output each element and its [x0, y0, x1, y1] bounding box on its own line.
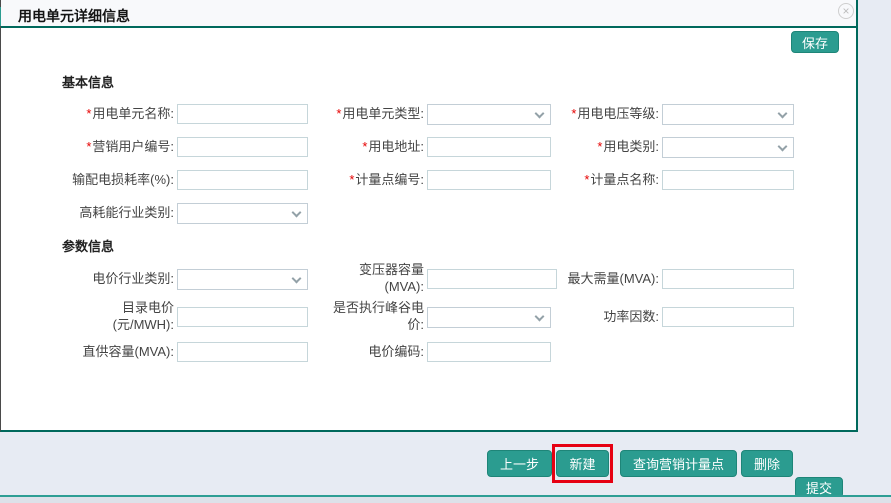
field-voltage-level: *用电电压等级: [552, 103, 794, 125]
label-text: 高耗能行业类别: [79, 205, 174, 220]
high-energy-industry-select[interactable] [177, 203, 308, 224]
price-industry-select[interactable] [177, 269, 308, 290]
label-text: 最大需量(MVA): [568, 271, 659, 286]
field-high-energy-industry: 高耗能行业类别: [42, 202, 308, 224]
voltage-level-label: *用电电压等级: [552, 106, 662, 123]
field-meter-point-name: *计量点名称: [552, 169, 794, 191]
label-text: 用电类别: [603, 139, 659, 154]
peak-valley-price-label: 是否执行峰谷电价: [330, 300, 427, 334]
label-text: 输配电损耗率(%): [72, 172, 174, 187]
price-industry-label: 电价行业类别: [42, 271, 177, 288]
unit-name-label: *用电单元名称: [42, 106, 177, 123]
peak-valley-price-select[interactable] [427, 307, 551, 328]
high-energy-industry-label: 高耗能行业类别: [42, 205, 177, 222]
field-price-code: 电价编码: [317, 341, 551, 363]
chevron-down-icon [535, 108, 545, 118]
field-unit-name: *用电单元名称: [42, 103, 308, 125]
label-text: 电价编码: [368, 344, 424, 359]
param-section-title: 参数信息 [62, 236, 114, 255]
loss-rate-input[interactable] [177, 170, 308, 190]
label-text: 直供容量(MVA): [83, 344, 174, 359]
power-factor-input[interactable] [662, 307, 794, 327]
dialog-title: 用电单元详细信息 [18, 6, 130, 26]
unit-name-input[interactable] [177, 104, 308, 124]
label-text: 功率因数: [603, 309, 659, 324]
marketing-user-no-label: *营销用户编号: [42, 139, 177, 156]
chevron-down-icon [535, 311, 545, 321]
field-loss-rate: 输配电损耗率(%): [42, 169, 308, 191]
category-label: *用电类别: [552, 139, 662, 156]
label-text: 用电地址: [368, 139, 424, 154]
unit-type-label: *用电单元类型: [317, 106, 427, 123]
transformer-capacity-input[interactable] [427, 269, 557, 289]
required-marker: * [86, 139, 91, 154]
field-max-demand: 最大需量(MVA): [552, 262, 794, 296]
new-button[interactable]: 新建 [556, 450, 608, 477]
label-text: 变压器容量(MVA): [359, 262, 424, 294]
label-text: 用电单元名称: [92, 106, 174, 121]
previous-step-button[interactable]: 上一步 [487, 450, 552, 477]
save-button[interactable]: 保存 [791, 31, 839, 53]
field-peak-valley-price: 是否执行峰谷电价: [330, 300, 551, 334]
field-marketing-user-no: *营销用户编号: [42, 136, 308, 158]
field-direct-supply-capacity: 直供容量(MVA): [42, 341, 308, 363]
field-catalog-price: 目录电价(元/MWH): [95, 300, 308, 334]
delete-button[interactable]: 删除 [741, 450, 793, 477]
meter-point-no-input[interactable] [427, 170, 551, 190]
chevron-down-icon [292, 273, 302, 283]
query-metering-point-button[interactable]: 查询营销计量点 [620, 450, 737, 477]
field-unit-type: *用电单元类型: [317, 103, 551, 125]
meter-point-name-label: *计量点名称: [552, 172, 662, 189]
label-text: 计量点编号: [355, 172, 424, 187]
required-marker: * [362, 139, 367, 154]
catalog-price-input[interactable] [177, 307, 308, 327]
field-category: *用电类别: [552, 136, 794, 158]
highlight-box: 新建 [552, 444, 613, 483]
required-marker: * [349, 172, 354, 187]
meter-point-no-label: *计量点编号: [317, 172, 427, 189]
required-marker: * [86, 106, 91, 121]
loss-rate-label: 输配电损耗率(%): [42, 172, 177, 189]
label-text: 营销用户编号: [92, 139, 174, 154]
label-text: 计量点名称: [590, 172, 659, 187]
field-transformer-capacity: 变压器容量(MVA): [335, 262, 557, 296]
required-marker: * [584, 172, 589, 187]
unit-type-select[interactable] [427, 104, 551, 125]
field-power-factor: 功率因数: [552, 300, 794, 334]
transformer-capacity-label: 变压器容量(MVA): [335, 262, 427, 296]
required-marker: * [597, 139, 602, 154]
close-icon[interactable]: × [838, 3, 854, 19]
chevron-down-icon [292, 207, 302, 217]
power-factor-label: 功率因数: [552, 309, 662, 326]
direct-supply-capacity-input[interactable] [177, 342, 308, 362]
required-marker: * [571, 106, 576, 121]
basic-section-title: 基本信息 [62, 72, 114, 91]
label-text: 目录电价(元/MWH): [113, 300, 174, 332]
meter-point-name-input[interactable] [662, 170, 794, 190]
field-meter-point-no: *计量点编号: [317, 169, 551, 191]
address-input[interactable] [427, 137, 551, 157]
category-select[interactable] [662, 137, 794, 158]
catalog-price-label: 目录电价(元/MWH): [95, 300, 177, 334]
screen: 用电单元详细信息 × 保存 基本信息 *用电单元名称: *用电单元类型: *用电… [0, 0, 891, 503]
label-text: 用电单元类型: [342, 106, 424, 121]
field-price-industry: 电价行业类别: [42, 262, 308, 296]
label-text: 用电电压等级: [577, 106, 659, 121]
price-code-label: 电价编码: [317, 344, 427, 361]
chevron-down-icon [778, 108, 788, 118]
label-text: 是否执行峰谷电价: [333, 300, 424, 332]
voltage-level-select[interactable] [662, 104, 794, 125]
price-code-input[interactable] [427, 342, 551, 362]
marketing-user-no-input[interactable] [177, 137, 308, 157]
window-bottom-edge [0, 495, 891, 503]
chevron-down-icon [778, 141, 788, 151]
field-address: *用电地址: [317, 136, 551, 158]
max-demand-label: 最大需量(MVA): [552, 271, 662, 288]
address-label: *用电地址: [317, 139, 427, 156]
label-text: 电价行业类别: [92, 271, 174, 286]
required-marker: * [336, 106, 341, 121]
direct-supply-capacity-label: 直供容量(MVA): [42, 344, 177, 361]
max-demand-input[interactable] [662, 269, 794, 289]
